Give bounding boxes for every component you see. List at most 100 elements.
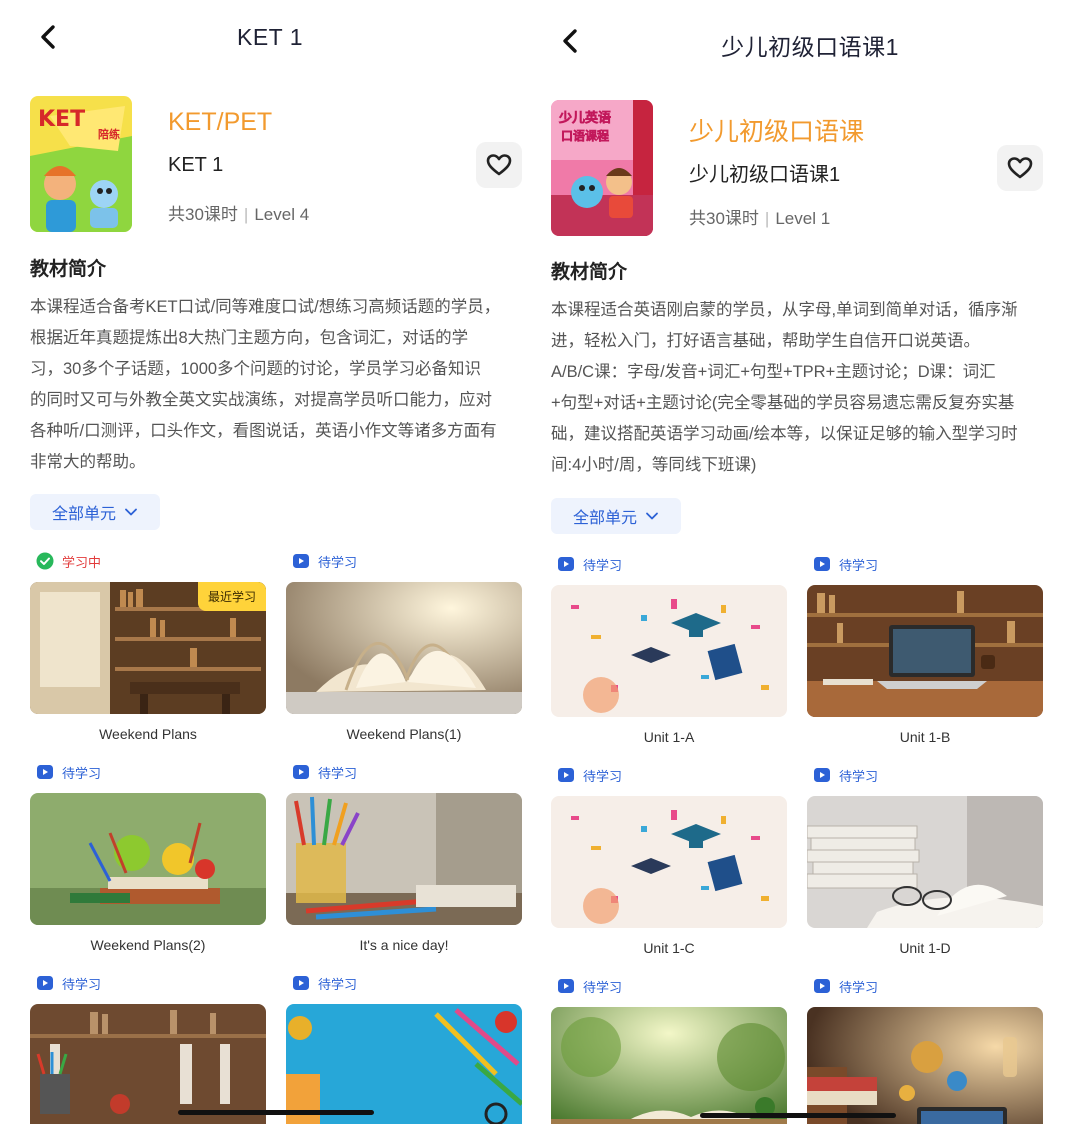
lesson-count: 共30课时 <box>689 209 759 228</box>
chevron-left-icon <box>563 29 577 53</box>
unit-status: 待学习 <box>557 553 622 575</box>
bookshelf-image <box>30 1004 266 1124</box>
course-description: 本课程适合英语刚启蒙的学员，从字母,单词到简单对话，循序渐 进，轻松入门，打好语… <box>551 295 1018 481</box>
video-icon <box>293 554 309 568</box>
unit-status: 待学习 <box>557 764 622 786</box>
left-panel: KET 1 KET 陪练 KET/PET KET 1 共30课时 | Level 4 <box>0 0 540 1124</box>
unit-status: 待学习 <box>292 972 357 994</box>
status-label: 待学习 <box>839 979 879 995</box>
apples-books-image <box>30 793 266 925</box>
status-label: 待学习 <box>62 765 102 781</box>
cover-tag: 陪练 <box>98 127 120 141</box>
status-label: 待学习 <box>839 768 879 784</box>
pencils-image <box>286 793 522 925</box>
unit-status: 待学习 <box>292 550 357 572</box>
recent-badge: 最近学习 <box>197 582 266 611</box>
status-label: 待学习 <box>839 557 879 573</box>
kids-cover-image: 少儿英语 口语课程 <box>551 100 653 236</box>
unit-title: Weekend Plans(2) <box>90 937 206 953</box>
cover-subtitle: 口语课程 <box>561 128 609 143</box>
check-circle-icon <box>36 552 54 570</box>
cover-title: KET <box>38 107 85 132</box>
status-label: 待学习 <box>318 554 358 570</box>
video-icon <box>814 768 830 782</box>
book-cover: KET 陪练 <box>30 96 132 232</box>
description-line: 本课程适合备考KET口试/同等难度口试/想练习高频话题的学员， <box>30 298 501 316</box>
screen: KET 1 KET 陪练 KET/PET KET 1 共30课时 | Level 4 <box>0 0 1080 1124</box>
chevron-left-icon <box>41 25 55 49</box>
unit-thumbnail <box>286 793 522 925</box>
book-name: 少儿初级口语课1 <box>689 164 841 186</box>
heart-icon <box>1007 157 1033 179</box>
unit-title: Weekend Plans <box>99 726 197 742</box>
status-label: 待学习 <box>62 976 102 992</box>
description-line: 各种听/口测评，口头作文，看图说话，英语小作文等诸多方面有 <box>30 422 497 440</box>
filter-label: 全部单元 <box>52 506 117 523</box>
unit-status: 待学习 <box>813 553 878 575</box>
description-line: 的同时又可与外教全英文实战演练，对提高学员听口能力，应对 <box>30 391 492 409</box>
series-name: KET/PET <box>168 108 273 136</box>
unit-status: 待学习 <box>557 975 622 997</box>
nav-bar: KET 1 <box>0 0 540 80</box>
unit-title: Unit 1-B <box>899 729 951 745</box>
favorite-button[interactable] <box>997 145 1043 191</box>
unit-thumbnail <box>30 793 266 925</box>
course-meta: 共30课时 | Level 1 <box>689 204 830 229</box>
nav-bar: 少儿初级口语课1 <box>540 0 1080 80</box>
section-title: 教材简介 <box>30 259 107 280</box>
unit-status: 学习中 <box>36 550 101 572</box>
page-title: 少儿初级口语课1 <box>721 34 899 60</box>
page-title: KET 1 <box>237 24 303 50</box>
description-line: +句型+对话+主题讨论(完全零基础的学员容易遗忘需反复夯实基 <box>551 394 1015 412</box>
unit-status: 待学习 <box>36 761 101 783</box>
chevron-down-icon <box>125 508 137 516</box>
course-level: Level 1 <box>775 209 831 228</box>
ket-cover-image: KET 陪练 <box>30 96 132 232</box>
unit-filter-dropdown[interactable]: 全部单元 <box>30 494 161 530</box>
open-book-image <box>286 582 522 714</box>
status-label: 待学习 <box>583 979 623 995</box>
home-indicator <box>178 1110 374 1115</box>
description-line: 础，建议搭配英语学习动画/绘本等，以保证足够的输入型学习时 <box>551 425 1018 443</box>
unit-thumbnail <box>807 796 1043 928</box>
course-meta: 共30课时 | Level 4 <box>168 200 309 225</box>
filter-label: 全部单元 <box>573 510 638 527</box>
back-button[interactable] <box>556 26 586 56</box>
blue-desk-image <box>286 1004 522 1124</box>
video-icon <box>293 765 309 779</box>
description-line: 习，30多个子话题，1000多个问题的讨论，学员学习必备知识 <box>30 360 482 378</box>
lesson-count: 共30课时 <box>168 205 238 224</box>
description-line: 进，轻松入门，打好语言基础，帮助学生自信开口说英语。 <box>551 332 980 350</box>
unit-thumbnail <box>30 1004 266 1124</box>
unit-thumbnail <box>551 796 787 928</box>
favorite-button[interactable] <box>476 142 522 188</box>
unit-filter-dropdown[interactable]: 全部单元 <box>551 498 682 534</box>
home-indicator <box>700 1113 896 1118</box>
confetti-image <box>551 585 787 717</box>
video-icon <box>558 979 574 993</box>
unit-thumbnail: 最近学习 <box>30 582 266 714</box>
book-name: KET 1 <box>168 154 224 176</box>
video-icon <box>814 557 830 571</box>
description-line: A/B/C课：字母/发音+词汇+句型+TPR+主题讨论；D课：词汇 <box>551 363 996 381</box>
separator: | <box>764 209 770 228</box>
section-title: 教材简介 <box>551 262 628 283</box>
video-icon <box>558 557 574 571</box>
heart-icon <box>486 154 512 176</box>
book-glasses-image <box>807 796 1043 928</box>
course-description: 本课程适合备考KET口试/同等难度口试/想练习高频话题的学员， 根据近年真题提炼… <box>30 292 500 478</box>
status-label: 学习中 <box>62 554 102 570</box>
series-name: 少儿初级口语课 <box>689 118 865 146</box>
unit-status: 待学习 <box>813 975 878 997</box>
status-label: 待学习 <box>583 557 623 573</box>
unit-status: 待学习 <box>292 761 357 783</box>
book-cover: 少儿英语 口语课程 <box>551 100 653 236</box>
video-icon <box>558 768 574 782</box>
unit-title: It's a nice day! <box>359 937 449 953</box>
video-icon <box>37 765 53 779</box>
confetti-image <box>551 796 787 928</box>
description-line: 本课程适合英语刚启蒙的学员，从字母,单词到简单对话，循序渐 <box>551 301 1018 319</box>
unit-title: Unit 1-D <box>899 940 951 956</box>
cover-title: 少儿英语 <box>558 110 611 126</box>
back-button[interactable] <box>34 22 64 52</box>
